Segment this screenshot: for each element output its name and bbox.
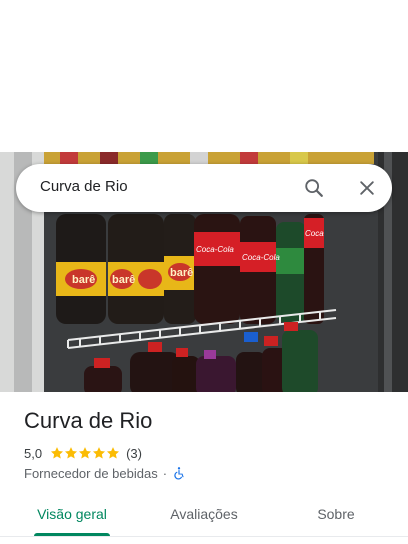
- star-icon: [93, 447, 106, 459]
- place-title: Curva de Rio: [24, 408, 153, 433]
- search-icon[interactable]: [300, 174, 328, 202]
- close-icon[interactable]: [353, 174, 381, 202]
- review-count[interactable]: (3): [126, 446, 142, 461]
- star-icon: [107, 447, 120, 459]
- active-tab-indicator: [34, 533, 110, 536]
- star-icon: [51, 447, 64, 459]
- search-input[interactable]: Curva de Rio: [40, 178, 128, 195]
- bottle-label-4: Coca-Cola: [196, 245, 234, 254]
- tab-reviews[interactable]: Avaliações: [162, 496, 246, 532]
- rating-row[interactable]: 5,0 (3): [24, 444, 142, 462]
- bottle-label-5: Coca-Cola: [242, 253, 280, 262]
- rating-value: 5,0: [24, 445, 43, 461]
- tab-overview[interactable]: Visão geral: [34, 496, 110, 532]
- star-icon: [79, 447, 92, 459]
- bottle-label-6: Coca: [305, 229, 324, 238]
- rating-stars: [50, 446, 120, 460]
- tab-bar: Visão geral Avaliações Sobre: [0, 496, 408, 537]
- wheelchair-icon: [174, 467, 184, 480]
- search-bar[interactable]: Curva de Rio: [16, 164, 392, 212]
- category-row: Fornecedor de bebidas ·: [24, 464, 186, 482]
- tab-about[interactable]: Sobre: [308, 496, 364, 532]
- bottle-label-2: barê: [112, 274, 135, 286]
- bottle-label-1: barê: [72, 274, 95, 286]
- category-label: Fornecedor de bebidas: [24, 465, 158, 481]
- bottle-label-3: barê: [170, 267, 193, 279]
- blank-header-area: [0, 0, 408, 152]
- separator-dot: ·: [162, 465, 168, 481]
- star-icon: [65, 447, 78, 459]
